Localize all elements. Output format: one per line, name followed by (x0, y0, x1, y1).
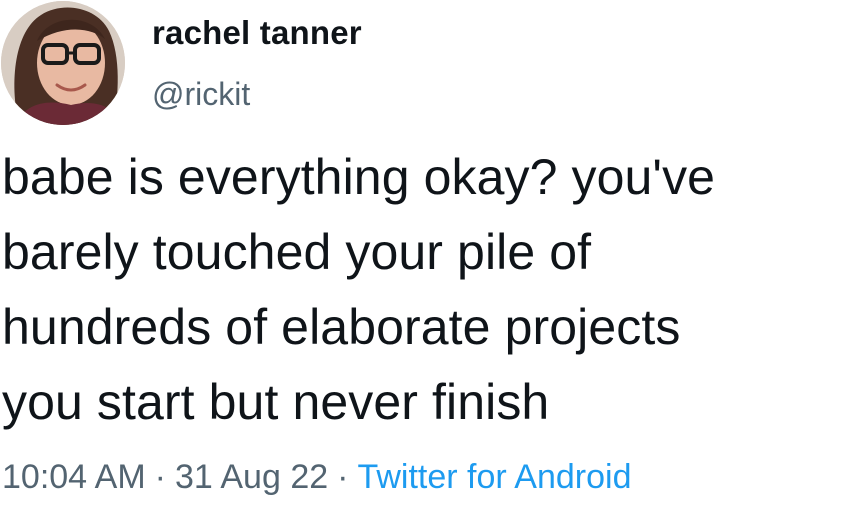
tweet-source-link[interactable]: Twitter for Android (357, 458, 631, 496)
tweet: rachel tanner @rickit babe is everything… (0, 0, 863, 505)
tweet-date[interactable]: 31 Aug 22 (175, 458, 328, 496)
avatar-photo (1, 1, 125, 125)
avatar[interactable] (1, 1, 125, 125)
tweet-metadata: 10:04 AM · 31 Aug 22 · Twitter for Android (2, 458, 631, 497)
tweet-text: babe is everything okay? you've barely t… (2, 149, 716, 430)
separator: · (154, 458, 166, 496)
user-handle[interactable]: @rickit (152, 76, 250, 113)
display-name[interactable]: rachel tanner (152, 14, 362, 52)
separator: · (337, 458, 349, 496)
tweet-time[interactable]: 10:04 AM (2, 458, 146, 496)
